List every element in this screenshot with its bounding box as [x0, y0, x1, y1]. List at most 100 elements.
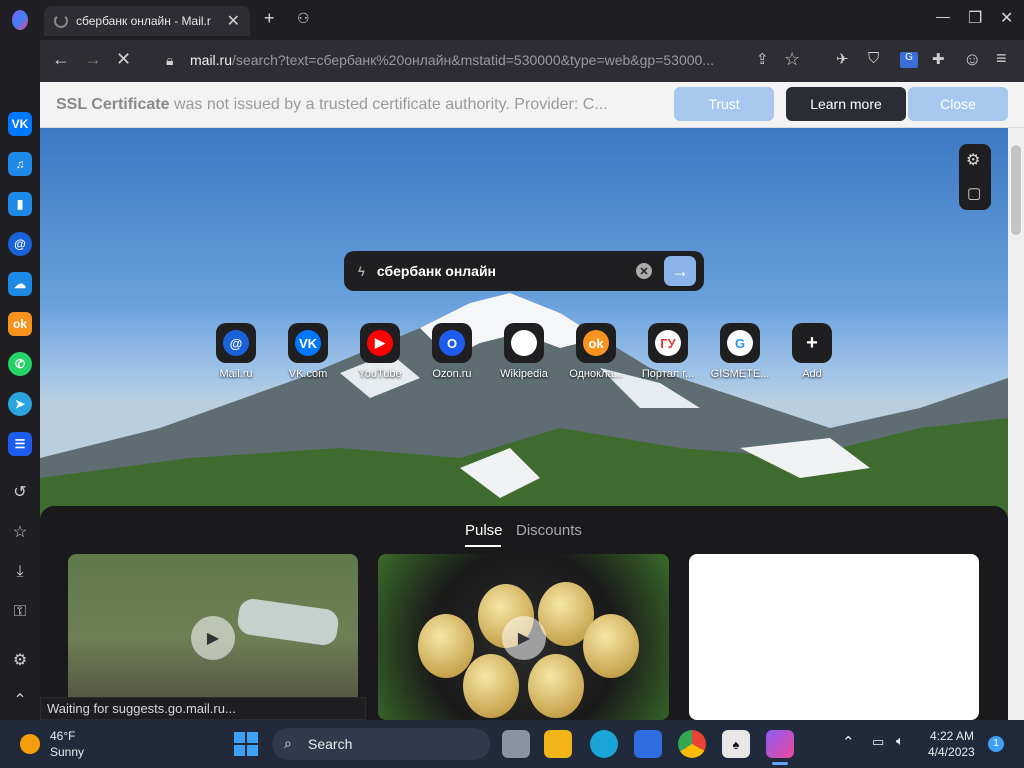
speed-dial-label[interactable]: Add [776, 368, 848, 380]
page-settings-icon[interactable]: ⚙ [966, 150, 980, 170]
start-icon[interactable] [234, 732, 258, 756]
speed-dial-label[interactable]: GISMETE... [704, 368, 776, 380]
store-icon[interactable] [634, 730, 662, 758]
file-explorer-icon[interactable] [544, 730, 572, 758]
settings-icon[interactable]: ⚙ [10, 650, 30, 670]
menu-icon[interactable]: ≡ [996, 48, 1007, 69]
taskbar-search-label: Search [308, 736, 353, 752]
notification-badge[interactable]: 1 [988, 736, 1004, 752]
weather-sun-icon[interactable] [20, 734, 40, 754]
vk-sidebar-icon[interactable]: VK [8, 112, 32, 136]
browser-logo-icon[interactable] [12, 10, 28, 30]
lightning-icon: ϟ [358, 263, 365, 279]
shield-icon[interactable]: ⛉ [868, 50, 879, 67]
collapse-icon[interactable]: ⌃ [10, 690, 30, 710]
history-icon[interactable]: ↺ [10, 482, 30, 502]
taskbar-search[interactable]: ⌕ Search [272, 728, 490, 760]
speed-dial-tile[interactable]: VK [288, 323, 328, 363]
telegram-sidebar-icon[interactable]: ➤ [8, 392, 32, 416]
passwords-icon[interactable]: ⚿ [10, 602, 30, 622]
clock-date[interactable]: 4/4/2023 [928, 745, 975, 759]
atom-browser-icon[interactable] [766, 730, 794, 758]
tray-chevron-icon[interactable]: ⌃ [842, 733, 855, 751]
speed-dial-icon: ГУ [655, 330, 681, 356]
search-query[interactable]: сбербанк онлайн [377, 263, 496, 279]
speed-dial-tile[interactable]: ▶ [360, 323, 400, 363]
speed-dial-tile[interactable]: + [792, 323, 832, 363]
share-icon[interactable]: ⇪ [756, 50, 769, 68]
stats-sidebar-icon[interactable]: ▮ [8, 192, 32, 216]
edge-icon[interactable] [590, 730, 618, 758]
learn-more-button[interactable]: Learn more [786, 87, 906, 121]
feed-card-eggs[interactable]: ▶ [378, 554, 669, 720]
speed-dial-icon: @ [223, 330, 249, 356]
close-window-button[interactable]: ✕ [1000, 8, 1013, 28]
play-icon[interactable]: ▶ [502, 616, 546, 660]
speed-dial-label[interactable]: Wikipedia [488, 368, 560, 380]
speed-dial-label[interactable]: Однокла... [560, 368, 632, 380]
feed-card-garden[interactable]: ▶ [68, 554, 358, 720]
more-dots-icon[interactable]: ··· [469, 306, 482, 321]
favorites-icon[interactable]: ☆ [10, 522, 30, 542]
close-ssl-button[interactable]: Close [908, 87, 1008, 121]
speed-dial-tile[interactable]: ГУ [648, 323, 688, 363]
speed-dial-icon: ok [583, 330, 609, 356]
downloads-icon[interactable]: ⤓ [10, 562, 30, 582]
speed-dial-tile[interactable]: @ [216, 323, 256, 363]
tab-pulse-underline [465, 545, 501, 547]
tab-discounts[interactable]: Discounts [516, 522, 582, 539]
rocket-icon[interactable]: ✈ [836, 50, 849, 68]
new-tab-button[interactable]: + [264, 8, 275, 29]
url-field[interactable]: mail.ru/search?text=сбербанк%20онлайн&ms… [190, 48, 810, 72]
ok-sidebar-icon[interactable]: ok [8, 312, 32, 336]
forward-icon[interactable]: → [84, 49, 102, 70]
speed-dial-tile[interactable]: ok [576, 323, 616, 363]
speed-dial-tile[interactable]: W [504, 323, 544, 363]
feed-card-blank[interactable] [689, 554, 979, 720]
tab-pulse[interactable]: Pulse [465, 522, 503, 539]
ssl-label: SSL Certificate [56, 96, 170, 113]
speed-dial-label[interactable]: Ozon.ru [416, 368, 488, 380]
cloud-sidebar-icon[interactable]: ☁ [8, 272, 32, 296]
speed-dial-tile[interactable]: O [432, 323, 472, 363]
mail-sidebar-icon[interactable]: @ [8, 232, 32, 256]
tasks-sidebar-icon[interactable]: ☰ [8, 432, 32, 456]
clear-search-icon[interactable]: ✕ [636, 263, 652, 279]
music-sidebar-icon[interactable]: ♫ [8, 152, 32, 176]
speed-dial-icon: O [439, 330, 465, 356]
restore-button[interactable]: ❐ [968, 8, 982, 28]
task-view-icon[interactable] [502, 730, 530, 758]
profile-icon[interactable]: ☺ [963, 49, 981, 70]
translate-icon[interactable]: G [900, 52, 918, 68]
clock-time[interactable]: 4:22 AM [930, 729, 974, 743]
speed-dial-label[interactable]: Портал г... [632, 368, 704, 380]
minimize-button[interactable]: — [936, 8, 950, 24]
trust-button[interactable]: Trust [674, 87, 774, 121]
whatsapp-sidebar-icon[interactable]: ✆ [8, 352, 32, 376]
bookmark-star-icon[interactable]: ☆ [784, 49, 800, 70]
volume-icon[interactable]: 🔈︎ [896, 733, 904, 749]
weather-temp[interactable]: 46°F [50, 729, 75, 743]
tab-active[interactable]: сбербанк онлайн - Mail.r ✕ [44, 6, 250, 36]
chrome-icon[interactable] [678, 730, 706, 758]
solitaire-icon[interactable]: ♠ [722, 730, 750, 758]
search-box[interactable]: ϟ сбербанк онлайн ✕ → [344, 251, 704, 291]
speed-dial-label[interactable]: VK.com [272, 368, 344, 380]
speed-dial-icon: VK [295, 330, 321, 356]
stop-loading-icon[interactable]: ✕ [116, 49, 131, 70]
play-icon[interactable]: ▶ [191, 616, 235, 660]
page-controls: ⚙ ▢ [959, 144, 991, 210]
tab-close-icon[interactable]: ✕ [227, 11, 240, 31]
speed-dial-tile[interactable]: G [720, 323, 760, 363]
speed-dial-label[interactable]: YouTube [344, 368, 416, 380]
tab-groups-icon[interactable]: ⚇ [297, 10, 310, 27]
extensions-icon[interactable]: ✚ [932, 50, 945, 68]
weather-desc[interactable]: Sunny [50, 745, 84, 759]
lock-icon[interactable]: 🔒︎ [166, 52, 173, 69]
scrollbar-thumb[interactable] [1011, 145, 1021, 235]
speed-dial-label[interactable]: Mail.ru [200, 368, 272, 380]
search-go-button[interactable]: → [664, 256, 696, 286]
notes-icon[interactable]: ▢ [967, 184, 981, 202]
network-icon[interactable]: ▭ [872, 734, 884, 750]
back-icon[interactable]: ← [52, 49, 70, 70]
